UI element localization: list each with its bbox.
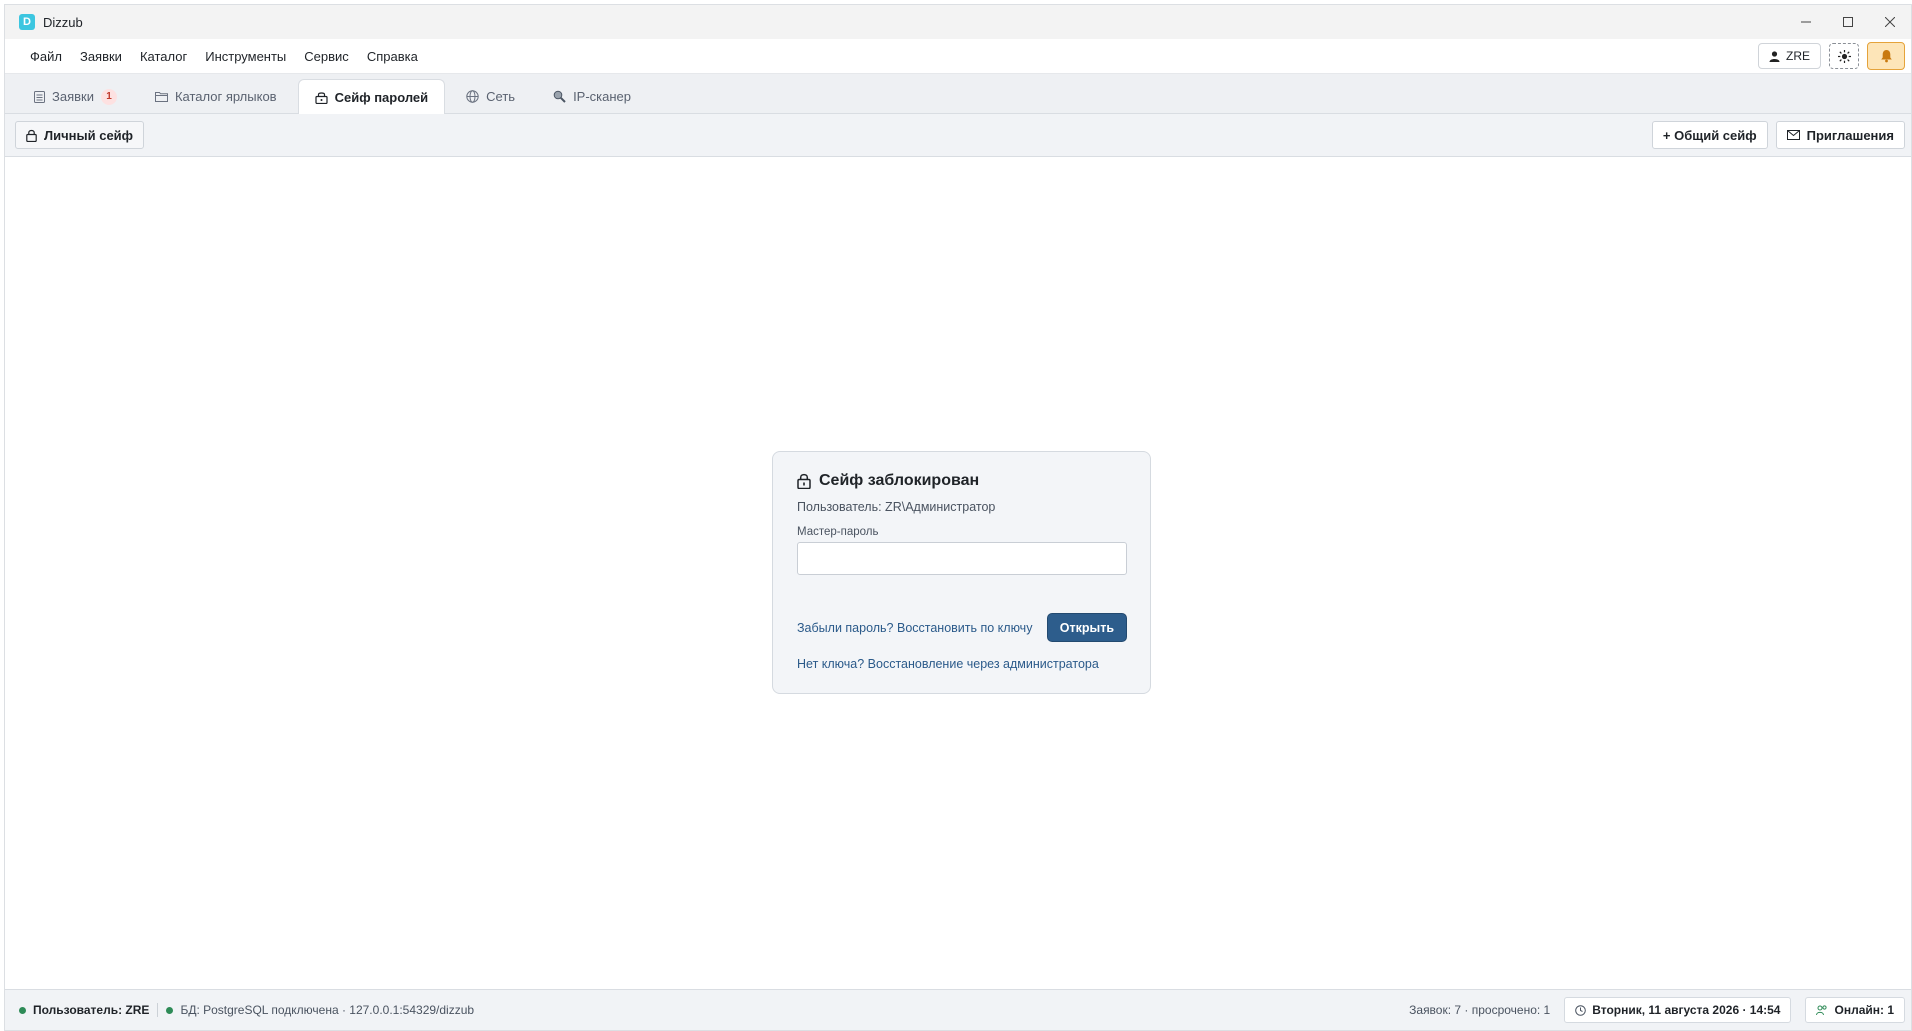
bell-icon — [1880, 50, 1892, 63]
globe-icon — [466, 90, 479, 103]
master-password-label: Мастер-пароль — [797, 526, 879, 538]
card-title: Сейф заблокирован — [797, 472, 1126, 490]
close-icon — [1885, 17, 1895, 27]
tab-ip-scanner[interactable]: IP-сканер — [536, 79, 648, 113]
status-user: Пользователь: ZRE — [19, 1003, 149, 1017]
menu-help[interactable]: Справка — [358, 49, 427, 64]
card-user-line: Пользователь: ZR\Администратор — [797, 500, 996, 514]
maximize-button[interactable] — [1827, 5, 1869, 39]
app-logo-icon: D — [19, 14, 35, 30]
clock-icon — [1575, 1004, 1587, 1016]
master-password-input[interactable] — [797, 542, 1127, 575]
status-online-text: Онлайн: 1 — [1834, 1003, 1894, 1017]
folder-icon — [154, 92, 168, 102]
magnifier-icon — [553, 90, 566, 103]
personal-safe-label: Личный сейф — [44, 127, 134, 143]
user-button-label: ZRE — [1786, 49, 1810, 63]
user-button[interactable]: ZRE — [1758, 43, 1821, 69]
theme-toggle-button[interactable] — [1829, 43, 1859, 69]
status-db-text: БД: PostgreSQL подключена · 127.0.0.1:54… — [180, 1003, 475, 1017]
tickets-count-badge: 1 — [100, 88, 117, 105]
tab-password-safe-label: Сейф паролей — [334, 89, 429, 105]
lock-icon — [26, 129, 37, 142]
menu-tools[interactable]: Инструменты — [196, 49, 295, 64]
shared-safe-button[interactable]: + Общий сейф — [1651, 121, 1768, 149]
status-right: Заявок: 7 · просрочено: 1 Вторник, 11 ав… — [1409, 997, 1905, 1023]
card-title-text: Сейф заблокирован — [819, 472, 980, 489]
sun-icon — [1837, 49, 1851, 63]
menu-bar: Файл Заявки Каталог Инструменты Сервис С… — [5, 39, 1911, 74]
status-db: БД: PostgreSQL подключена · 127.0.0.1:54… — [166, 1003, 474, 1017]
minimize-icon — [1801, 21, 1811, 23]
app-window: D Dizzub Файл Заявки Каталог Инструменты… — [4, 4, 1912, 1031]
status-datetime-text: Вторник, 11 августа 2026 · 14:54 — [1592, 1003, 1781, 1017]
invitations-button[interactable]: Приглашения — [1775, 121, 1905, 149]
status-datetime: Вторник, 11 августа 2026 · 14:54 — [1564, 997, 1792, 1023]
tab-tickets[interactable]: Заявки 1 — [17, 79, 134, 113]
tab-network-label: Сеть — [486, 89, 516, 104]
user-status-dot — [19, 1006, 26, 1014]
tab-shortcut-catalog-label: Каталог ярлыков — [174, 89, 277, 104]
open-safe-button[interactable]: Открыть — [1046, 613, 1127, 642]
status-tickets: Заявок: 7 · просрочено: 1 — [1409, 1003, 1551, 1017]
safe-icon — [314, 91, 328, 104]
header-actions: ZRE — [1758, 42, 1911, 70]
status-user-text: Пользователь: ZRE — [33, 1003, 150, 1017]
shared-safe-label: + Общий сейф — [1662, 127, 1757, 143]
tab-bar: Заявки 1 Каталог ярлыков Сейф паролей Се… — [5, 74, 1911, 114]
tab-ip-scanner-label: IP-сканер — [573, 89, 632, 104]
main-content: Сейф заблокирован Пользователь: ZR\Админ… — [5, 158, 1911, 989]
close-button[interactable] — [1869, 5, 1911, 39]
padlock-icon — [797, 473, 811, 489]
forgot-password-link[interactable]: Забыли пароль? Восстановить по ключу — [797, 621, 1032, 635]
admin-recovery-row: Нет ключа? Восстановление через админист… — [797, 656, 1126, 671]
window-title: Dizzub — [43, 14, 83, 30]
card-actions-row: Забыли пароль? Восстановить по ключу Отк… — [797, 613, 1127, 642]
envelope-icon — [1786, 130, 1800, 140]
minimize-button[interactable] — [1785, 5, 1827, 39]
tab-shortcut-catalog[interactable]: Каталог ярлыков — [138, 79, 294, 113]
menu-service[interactable]: Сервис — [295, 49, 358, 64]
window-controls — [1785, 5, 1911, 39]
users-online-icon — [1816, 1004, 1828, 1015]
clipboard-icon — [34, 91, 45, 103]
status-bar: Пользователь: ZRE БД: PostgreSQL подключ… — [5, 989, 1911, 1030]
maximize-icon — [1843, 17, 1853, 27]
db-status-dot — [166, 1006, 174, 1014]
menu-file[interactable]: Файл — [21, 49, 71, 64]
safe-locked-card: Сейф заблокирован Пользователь: ZR\Админ… — [772, 451, 1151, 694]
user-icon — [1769, 50, 1780, 62]
toolbar-actions: + Общий сейф Приглашения — [1651, 121, 1905, 149]
tab-network[interactable]: Сеть — [449, 79, 532, 113]
admin-recovery-link[interactable]: Нет ключа? Восстановление через админист… — [797, 657, 1099, 671]
title-bar: D Dizzub — [5, 5, 1911, 39]
invitations-label: Приглашения — [1806, 127, 1894, 143]
tab-tickets-label: Заявки — [52, 89, 94, 104]
tab-password-safe[interactable]: Сейф паролей — [297, 79, 446, 114]
notifications-button[interactable] — [1867, 42, 1905, 70]
status-divider — [157, 1003, 159, 1017]
safe-toolbar: Личный сейф + Общий сейф Приглашения — [5, 114, 1911, 157]
personal-safe-button[interactable]: Личный сейф — [15, 121, 145, 149]
status-online[interactable]: Онлайн: 1 — [1805, 997, 1905, 1023]
menu-tickets[interactable]: Заявки — [71, 49, 131, 64]
menu-catalog[interactable]: Каталог — [131, 49, 196, 64]
